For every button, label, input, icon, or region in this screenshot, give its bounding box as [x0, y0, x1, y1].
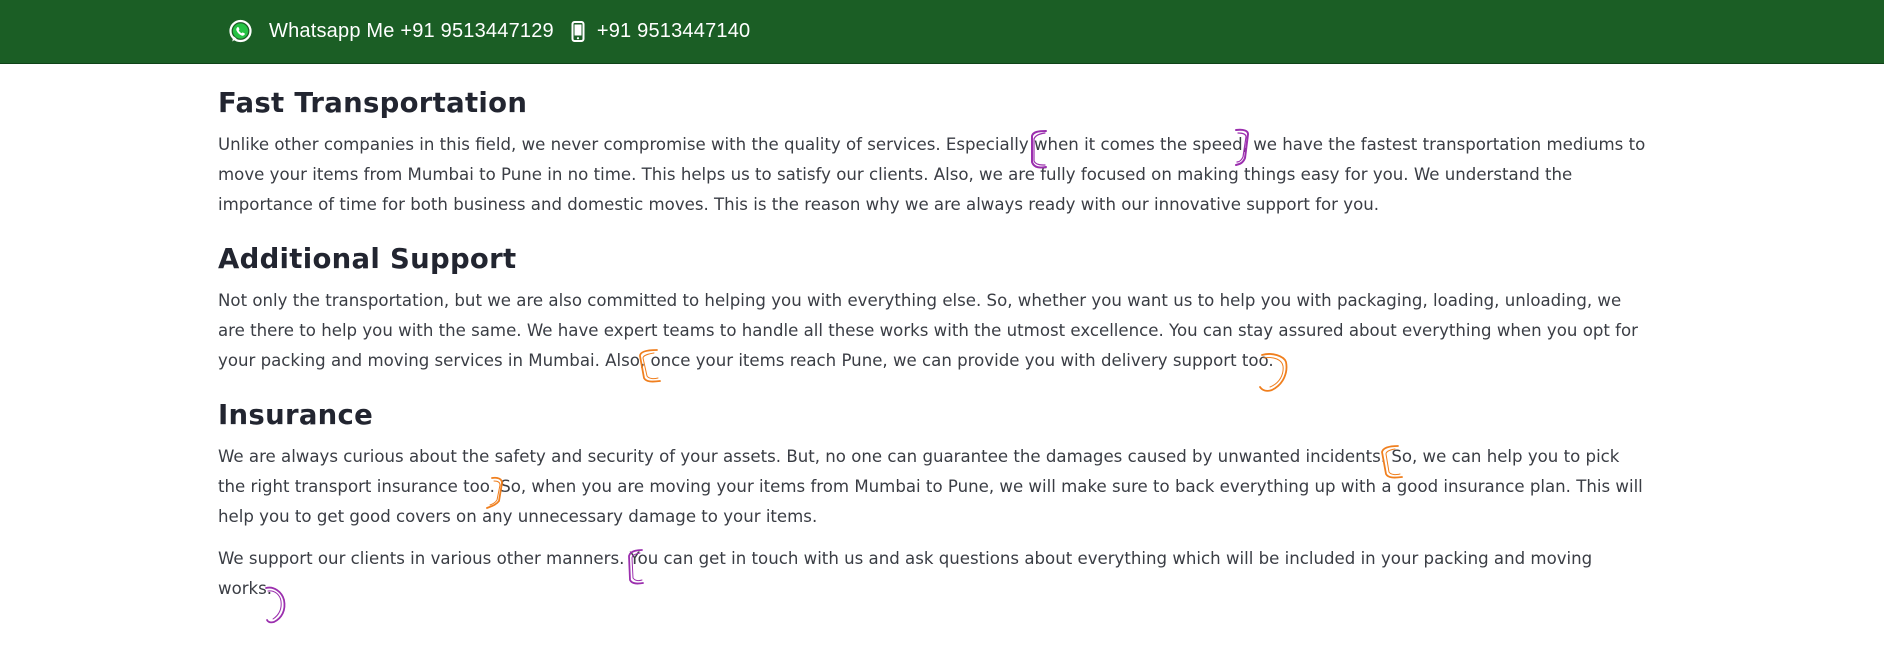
paragraph-fast-transportation: Unlike other companies in this field, we… — [218, 135, 1646, 214]
whatsapp-number-link[interactable]: Whatsapp Me +91 9513447129 — [269, 20, 554, 43]
paragraph-other-support: We support our clients in various other … — [218, 549, 1593, 598]
heading-insurance: Insurance — [218, 399, 374, 431]
paragraph-additional-support: Not only the transportation, but we are … — [218, 291, 1638, 370]
whatsapp-icon[interactable] — [228, 19, 253, 44]
phone-number-link[interactable]: +91 9513447140 — [597, 20, 751, 43]
paragraph-insurance: We are always curious about the safety a… — [218, 447, 1643, 526]
contact-row: Whatsapp Me +91 9513447129 +91 951344714… — [228, 0, 750, 63]
heading-fast-transportation: Fast Transportation — [218, 87, 528, 119]
mobile-phone-icon — [571, 21, 585, 42]
top-contact-bar: Whatsapp Me +91 9513447129 +91 951344714… — [0, 0, 1884, 64]
heading-additional-support: Additional Support — [218, 243, 517, 275]
